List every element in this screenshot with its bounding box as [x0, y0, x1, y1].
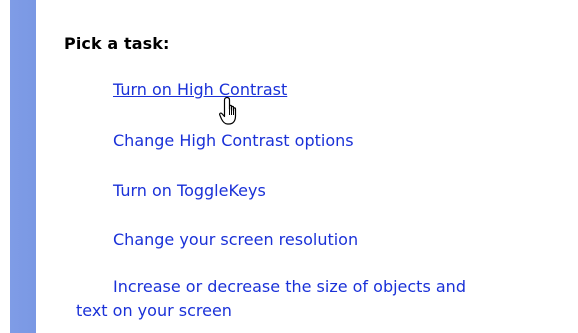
task-link-change-high-contrast-options[interactable]: Change High Contrast options	[113, 131, 354, 151]
task-panel: Pick a task: Turn on High Contrast Chang…	[0, 0, 578, 333]
hand-pointer-icon	[219, 96, 237, 125]
task-link-change-screen-resolution[interactable]: Change your screen resolution	[113, 230, 358, 250]
task-link-turn-on-togglekeys[interactable]: Turn on ToggleKeys	[113, 181, 266, 201]
task-link-change-object-size[interactable]: Increase or decrease the size of objects…	[76, 275, 496, 323]
task-link-turn-on-high-contrast[interactable]: Turn on High Contrast	[113, 80, 287, 100]
task-heading: Pick a task:	[64, 34, 170, 53]
left-accent-bar	[0, 0, 36, 333]
